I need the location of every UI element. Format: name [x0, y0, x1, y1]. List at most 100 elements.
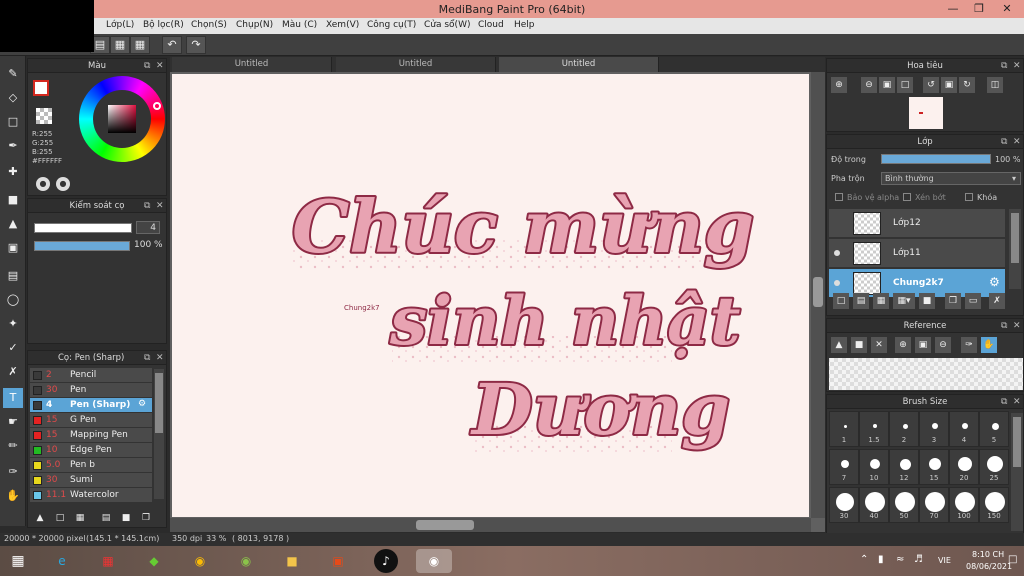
minimize-button[interactable]: —	[940, 0, 966, 18]
battery-icon[interactable]: ▮	[878, 554, 884, 565]
reference-image-area[interactable]	[829, 358, 1023, 390]
hue-wheel[interactable]	[79, 76, 165, 162]
scroll-thumb[interactable]	[155, 373, 163, 433]
brush-add-icon[interactable]: ▲	[32, 511, 48, 525]
panel-detach-icon[interactable]: ⧉	[1001, 319, 1007, 333]
brush-size-cell[interactable]: 40	[859, 487, 889, 523]
brush-item[interactable]: 30 Sumi	[30, 473, 152, 488]
reset-rotation-icon[interactable]: ▣	[941, 77, 957, 93]
panel-close-icon[interactable]: ✕	[156, 59, 164, 73]
reference-hand-icon[interactable]: ✋	[981, 337, 997, 353]
blur-tool-icon[interactable]: ✏	[3, 436, 23, 456]
rotate-left-icon[interactable]: ↺	[923, 77, 939, 93]
brush-size-cell[interactable]: 25	[979, 449, 1009, 485]
magic-wand-icon[interactable]: ✦	[3, 314, 23, 334]
brush-size-slider[interactable]	[34, 223, 132, 233]
merge-layer-icon[interactable]: ▭	[965, 293, 981, 309]
reference-zoom-out-icon[interactable]: ⊖	[935, 337, 951, 353]
tab-untitled-3[interactable]: Untitled	[499, 57, 659, 72]
brush-size-cell[interactable]: 3	[919, 411, 949, 447]
clock-time[interactable]: 8:10 CH	[972, 550, 1004, 559]
layer-menu-icon[interactable]: ▦▾	[893, 293, 915, 309]
brush-size-cell[interactable]: 1.5	[859, 411, 889, 447]
panel-close-icon[interactable]: ✕	[156, 351, 164, 365]
brush-item[interactable]: 5.0 Pen b	[30, 458, 152, 473]
duplicate-layer-icon[interactable]: ❐	[945, 293, 961, 309]
gear-icon[interactable]: ⚙	[138, 399, 146, 409]
panel-detach-icon[interactable]: ⧉	[1001, 395, 1007, 409]
brush-size-cell[interactable]: 30	[829, 487, 859, 523]
brush-item[interactable]: 4 Pen (Sharp) ⚙	[30, 398, 152, 413]
menu-layer[interactable]: Lớp(L)	[106, 20, 134, 30]
scroll-thumb[interactable]	[1013, 417, 1021, 467]
redo-icon[interactable]: ↷	[186, 36, 206, 54]
eyedropper-icon[interactable]: ✑	[3, 462, 23, 482]
brush-size-cell[interactable]: 70	[919, 487, 949, 523]
brush-opacity-slider[interactable]	[34, 241, 130, 251]
panel-detach-icon[interactable]: ⧉	[1001, 135, 1007, 149]
visibility-icon[interactable]	[834, 220, 840, 226]
operation-tool-icon[interactable]: ☛	[3, 412, 23, 432]
brush-size-cell[interactable]: 4	[949, 411, 979, 447]
volume-icon[interactable]: ♬	[914, 554, 923, 565]
menu-view[interactable]: Xem(V)	[326, 20, 359, 30]
fit-screen-icon[interactable]: ▣	[879, 77, 895, 93]
reference-fit-icon[interactable]: ▣	[915, 337, 931, 353]
protect-alpha-checkbox[interactable]	[835, 193, 843, 201]
drawing-canvas[interactable]: Chúc mừng sinh nhật Dương Chung2k7	[172, 74, 809, 517]
bucket-tool-icon[interactable]: ▲	[3, 214, 23, 234]
undo-icon[interactable]: ↶	[162, 36, 182, 54]
brush-item[interactable]: 15 G Pen	[30, 413, 152, 428]
scroll-thumb[interactable]	[1011, 213, 1019, 263]
select-pen-icon[interactable]: ✓	[3, 338, 23, 358]
background-color-swatch[interactable]	[36, 108, 52, 124]
menu-color[interactable]: Màu (C)	[282, 20, 317, 30]
fill-shape-tool-icon[interactable]: ■	[3, 190, 23, 210]
restore-button[interactable]: ❐	[966, 0, 992, 18]
brush-size-cell[interactable]: 12	[889, 449, 919, 485]
brush-tool-icon[interactable]: ✎	[3, 64, 23, 84]
menu-select[interactable]: Chọn(S)	[191, 20, 227, 30]
visibility-icon[interactable]	[834, 280, 840, 286]
lasso-tool-icon[interactable]: ◯	[3, 290, 23, 310]
language-indicator[interactable]: VIE	[938, 556, 951, 565]
clock-date[interactable]: 08/06/2021	[966, 562, 1012, 571]
panel-close-icon[interactable]: ✕	[156, 199, 164, 213]
reference-open-icon[interactable]: ■	[851, 337, 867, 353]
saturation-value-square[interactable]	[108, 105, 136, 133]
brush-item[interactable]: 10 Edge Pen	[30, 443, 152, 458]
tab-untitled-1[interactable]: Untitled	[172, 57, 332, 72]
menu-tools[interactable]: Công cụ(T)	[367, 20, 416, 30]
layer-folder-icon[interactable]: ■	[919, 293, 935, 309]
brush-list-scrollbar[interactable]	[154, 369, 164, 499]
grid-icon[interactable]: ▦	[130, 36, 150, 54]
canvas-settings-icon[interactable]: ▦	[110, 36, 130, 54]
delete-layer-icon[interactable]: ✗	[989, 293, 1005, 309]
hue-marker[interactable]	[153, 102, 161, 110]
blend-mode-select[interactable]: Bình thường ▾	[881, 172, 1021, 185]
clipping-checkbox[interactable]	[903, 193, 911, 201]
medibang-taskbar-icon[interactable]: ◉	[416, 549, 452, 573]
brush-item[interactable]: 15 Mapping Pen	[30, 428, 152, 443]
layer-list-scrollbar[interactable]	[1009, 209, 1021, 289]
flip-icon[interactable]: ◫	[987, 77, 1003, 93]
brush-size-cell[interactable]: 2	[889, 411, 919, 447]
brush-size-cell[interactable]: 150	[979, 487, 1009, 523]
reference-eyedropper-icon[interactable]: ✑	[961, 337, 977, 353]
hand-tool-icon[interactable]: ✋	[3, 486, 23, 506]
navigator-thumbnail[interactable]	[909, 97, 943, 129]
bluestacks-icon[interactable]: ◆	[142, 549, 166, 573]
brush-new-icon[interactable]: □	[52, 511, 68, 525]
tray-arrow-icon[interactable]: ⌃	[860, 554, 868, 565]
foreground-color-swatch[interactable]	[33, 80, 49, 96]
zoom-in-icon[interactable]: ⊕	[831, 77, 847, 93]
panel-detach-icon[interactable]: ⧉	[144, 59, 150, 73]
select-rect-icon[interactable]: ▤	[3, 266, 23, 286]
move-tool-icon[interactable]: ✚	[3, 162, 23, 182]
scroll-thumb[interactable]	[813, 277, 823, 307]
menu-capture[interactable]: Chụp(N)	[236, 20, 273, 30]
file-explorer-icon[interactable]: ■	[280, 549, 304, 573]
brush-menu-icon[interactable]: ▦	[72, 511, 88, 525]
menu-filter[interactable]: Bộ lọc(R)	[143, 20, 184, 30]
scroll-thumb[interactable]	[416, 520, 474, 530]
